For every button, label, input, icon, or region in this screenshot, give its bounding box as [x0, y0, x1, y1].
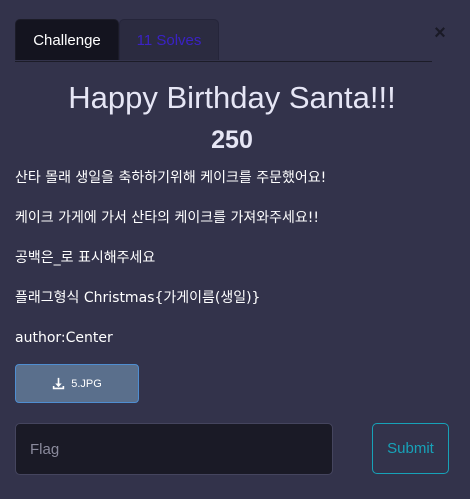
flag-input[interactable]: [15, 423, 333, 475]
description-line: author:Center: [15, 330, 113, 346]
close-icon[interactable]: ×: [430, 22, 450, 44]
file-name: 5.JPG: [71, 377, 102, 390]
description-line: 케이크 가게에 가서 산타의 케이크를 가져와주세요!!: [15, 210, 319, 226]
file-download-button[interactable]: 5.JPG: [15, 364, 139, 403]
description-line: 산타 몰래 생일을 축하하기위해 케이크를 주문했어요!: [15, 170, 327, 186]
challenge-tabs: Challenge 11 Solves: [15, 19, 432, 62]
challenge-points: 250: [211, 126, 253, 154]
challenge-description: 산타 몰래 생일을 축하하기위해 케이크를 주문했어요! 케이크 가게에 가서 …: [15, 167, 455, 367]
submit-button[interactable]: Submit: [372, 423, 449, 474]
tab-challenge[interactable]: Challenge: [15, 19, 119, 60]
description-line: 공백은_로 표시해주세요: [15, 250, 156, 266]
description-line: 플래그형식 Christmas{가게이름(생일)}: [15, 290, 261, 306]
challenge-title: Happy Birthday Santa!!!: [68, 80, 396, 115]
challenge-modal: Challenge 11 Solves × Happy Birthday San…: [0, 0, 470, 499]
download-icon: [53, 377, 65, 390]
tab-solves[interactable]: 11 Solves: [119, 19, 219, 60]
